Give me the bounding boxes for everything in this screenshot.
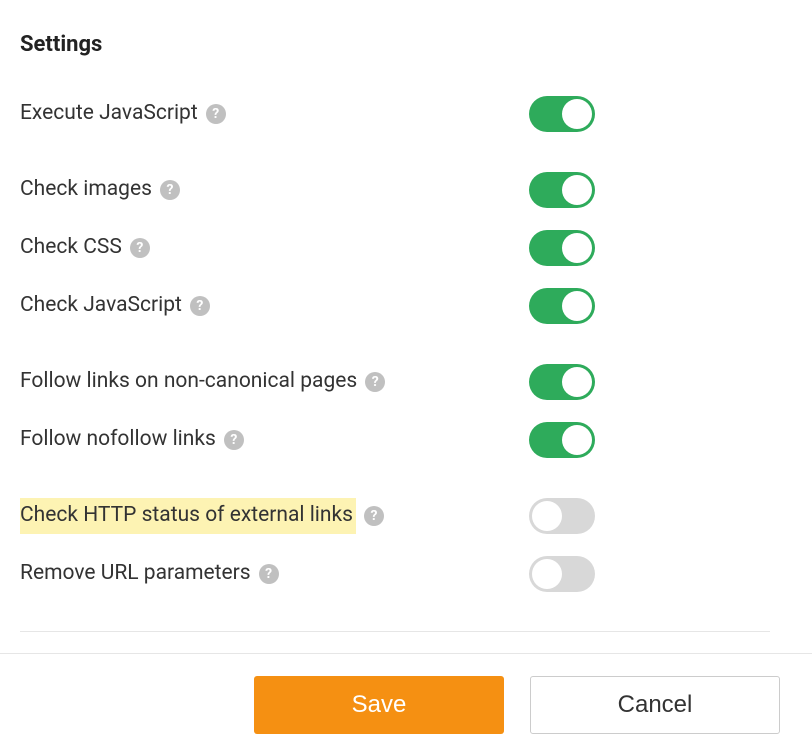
setting-label: Check HTTP status of external links	[20, 498, 356, 533]
help-icon[interactable]: ?	[160, 180, 180, 200]
help-icon[interactable]: ?	[259, 564, 279, 584]
toggle-knob	[562, 291, 592, 321]
toggle-knob	[562, 367, 592, 397]
setting-row: Follow nofollow links?	[20, 411, 595, 469]
setting-label: Follow links on non-canonical pages	[20, 368, 357, 395]
setting-label-wrap: Check CSS?	[20, 234, 150, 261]
setting-label: Check JavaScript	[20, 292, 182, 319]
toggle-knob	[562, 175, 592, 205]
toggle-knob	[562, 233, 592, 263]
setting-label-wrap: Follow links on non-canonical pages?	[20, 368, 385, 395]
setting-row: Follow links on non-canonical pages?	[20, 353, 595, 411]
help-icon[interactable]: ?	[224, 430, 244, 450]
settings-panel: Settings Execute JavaScript?Check images…	[0, 0, 812, 632]
settings-rows: Execute JavaScript?Check images?Check CS…	[20, 85, 792, 603]
setting-row: Remove URL parameters?	[20, 545, 595, 603]
cancel-button[interactable]: Cancel	[530, 676, 780, 734]
toggle-knob	[532, 559, 562, 589]
setting-label-wrap: Remove URL parameters?	[20, 560, 279, 587]
help-icon[interactable]: ?	[365, 372, 385, 392]
toggle-switch[interactable]	[529, 364, 595, 400]
setting-label-wrap: Check JavaScript?	[20, 292, 210, 319]
setting-row: Check images?	[20, 161, 595, 219]
divider	[20, 631, 770, 632]
help-icon[interactable]: ?	[130, 238, 150, 258]
toggle-switch[interactable]	[529, 96, 595, 132]
setting-label: Check images	[20, 176, 152, 203]
help-icon[interactable]: ?	[364, 506, 384, 526]
setting-label: Execute JavaScript	[20, 100, 198, 127]
save-button[interactable]: Save	[254, 676, 504, 734]
setting-row: Check JavaScript?	[20, 277, 595, 335]
toggle-switch[interactable]	[529, 556, 595, 592]
setting-label: Remove URL parameters	[20, 560, 251, 587]
toggle-switch[interactable]	[529, 230, 595, 266]
help-icon[interactable]: ?	[206, 104, 226, 124]
setting-label-wrap: Follow nofollow links?	[20, 426, 244, 453]
setting-row: Execute JavaScript?	[20, 85, 595, 143]
setting-label-wrap: Check HTTP status of external links?	[20, 498, 384, 533]
toggle-switch[interactable]	[529, 288, 595, 324]
setting-row: Check HTTP status of external links?	[20, 487, 595, 545]
setting-label-wrap: Execute JavaScript?	[20, 100, 226, 127]
setting-label: Follow nofollow links	[20, 426, 216, 453]
settings-title: Settings	[20, 32, 792, 57]
toggle-switch[interactable]	[529, 422, 595, 458]
help-icon[interactable]: ?	[190, 296, 210, 316]
toggle-switch[interactable]	[529, 172, 595, 208]
footer-bar: Save Cancel	[0, 653, 812, 756]
setting-row: Check CSS?	[20, 219, 595, 277]
toggle-switch[interactable]	[529, 498, 595, 534]
setting-label-wrap: Check images?	[20, 176, 180, 203]
setting-label: Check CSS	[20, 234, 122, 261]
toggle-knob	[532, 501, 562, 531]
toggle-knob	[562, 99, 592, 129]
toggle-knob	[562, 425, 592, 455]
